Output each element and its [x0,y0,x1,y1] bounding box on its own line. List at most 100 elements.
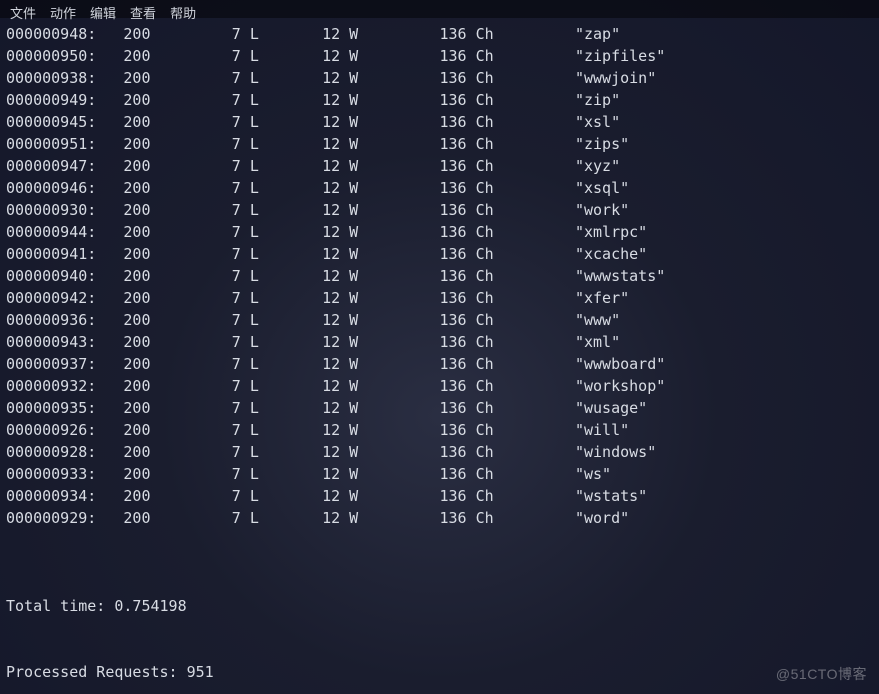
cell-payload: "xyz" [494,157,620,175]
output-row: 000000951: 200 7 L 12 W 136 Ch "zips" [6,133,873,155]
cell-words: 12 W [259,223,358,241]
output-row: 000000940: 200 7 L 12 W 136 Ch "wwwstats… [6,265,873,287]
cell-id: 000000941: [6,245,96,263]
cell-payload: "zip" [494,91,620,109]
output-row: 000000945: 200 7 L 12 W 136 Ch "xsl" [6,111,873,133]
cell-id: 000000929: [6,509,96,527]
cell-lines: 7 L [151,355,259,373]
summary-processed-value: 951 [187,663,214,681]
menu-edit[interactable]: 编辑 [90,3,116,21]
cell-status: 200 [96,509,150,527]
output-row: 000000933: 200 7 L 12 W 136 Ch "ws" [6,463,873,485]
cell-words: 12 W [259,157,358,175]
cell-status: 200 [96,465,150,483]
cell-lines: 7 L [151,421,259,439]
output-row: 000000942: 200 7 L 12 W 136 Ch "xfer" [6,287,873,309]
cell-lines: 7 L [151,377,259,395]
cell-status: 200 [96,399,150,417]
cell-status: 200 [96,179,150,197]
cell-status: 200 [96,201,150,219]
output-row: 000000932: 200 7 L 12 W 136 Ch "workshop… [6,375,873,397]
output-row: 000000949: 200 7 L 12 W 136 Ch "zip" [6,89,873,111]
output-row: 000000946: 200 7 L 12 W 136 Ch "xsql" [6,177,873,199]
cell-lines: 7 L [151,157,259,175]
cell-payload: "wwwboard" [494,355,666,373]
menu-action[interactable]: 动作 [50,3,76,21]
cell-lines: 7 L [151,267,259,285]
output-row: 000000941: 200 7 L 12 W 136 Ch "xcache" [6,243,873,265]
cell-words: 12 W [259,69,358,87]
cell-words: 12 W [259,311,358,329]
cell-id: 000000930: [6,201,96,219]
output-row: 000000926: 200 7 L 12 W 136 Ch "will" [6,419,873,441]
cell-lines: 7 L [151,25,259,43]
cell-status: 200 [96,223,150,241]
cell-words: 12 W [259,135,358,153]
cell-lines: 7 L [151,223,259,241]
cell-words: 12 W [259,421,358,439]
output-row: 000000944: 200 7 L 12 W 136 Ch "xmlrpc" [6,221,873,243]
cell-chars: 136 Ch [358,289,493,307]
output-row: 000000934: 200 7 L 12 W 136 Ch "wstats" [6,485,873,507]
cell-words: 12 W [259,333,358,351]
cell-lines: 7 L [151,179,259,197]
cell-status: 200 [96,487,150,505]
cell-words: 12 W [259,25,358,43]
cell-chars: 136 Ch [358,179,493,197]
output-row: 000000930: 200 7 L 12 W 136 Ch "work" [6,199,873,221]
cell-status: 200 [96,245,150,263]
cell-words: 12 W [259,355,358,373]
cell-payload: "word" [494,509,629,527]
cell-payload: "work" [494,201,629,219]
cell-chars: 136 Ch [358,465,493,483]
cell-payload: "workshop" [494,377,666,395]
menu-help[interactable]: 帮助 [170,3,196,21]
cell-words: 12 W [259,487,358,505]
output-row: 000000950: 200 7 L 12 W 136 Ch "zipfiles… [6,45,873,67]
summary-total-time-value: 0.754198 [114,597,186,615]
summary-processed-label: Processed Requests: [6,663,187,681]
cell-payload: "xcache" [494,245,648,263]
summary-total-time-label: Total time: [6,597,114,615]
cell-status: 200 [96,377,150,395]
cell-chars: 136 Ch [358,91,493,109]
output-row: 000000938: 200 7 L 12 W 136 Ch "wwwjoin" [6,67,873,89]
cell-payload: "xsql" [494,179,629,197]
menu-view[interactable]: 查看 [130,3,156,21]
output-row: 000000947: 200 7 L 12 W 136 Ch "xyz" [6,155,873,177]
cell-chars: 136 Ch [358,377,493,395]
cell-status: 200 [96,333,150,351]
cell-id: 000000950: [6,47,96,65]
cell-status: 200 [96,25,150,43]
menubar: 文件 动作 编辑 查看 帮助 [6,2,873,23]
cell-words: 12 W [259,399,358,417]
cell-lines: 7 L [151,135,259,153]
cell-words: 12 W [259,47,358,65]
cell-status: 200 [96,267,150,285]
cell-words: 12 W [259,443,358,461]
cell-id: 000000944: [6,223,96,241]
summary-processed: Processed Requests: 951 [6,661,873,683]
cell-lines: 7 L [151,201,259,219]
cell-payload: "ws" [494,465,611,483]
cell-status: 200 [96,91,150,109]
cell-lines: 7 L [151,311,259,329]
cell-words: 12 W [259,509,358,527]
cell-payload: "xml" [494,333,620,351]
cell-lines: 7 L [151,509,259,527]
cell-words: 12 W [259,113,358,131]
cell-payload: "zipfiles" [494,47,666,65]
cell-lines: 7 L [151,465,259,483]
cell-chars: 136 Ch [358,421,493,439]
cell-status: 200 [96,421,150,439]
cell-status: 200 [96,113,150,131]
cell-id: 000000934: [6,487,96,505]
output-rows[interactable]: 000000948: 200 7 L 12 W 136 Ch "zap"0000… [6,23,873,529]
cell-chars: 136 Ch [358,443,493,461]
cell-id: 000000951: [6,135,96,153]
output-row: 000000937: 200 7 L 12 W 136 Ch "wwwboard… [6,353,873,375]
cell-words: 12 W [259,465,358,483]
menu-file[interactable]: 文件 [10,3,36,21]
cell-lines: 7 L [151,399,259,417]
cell-payload: "wusage" [494,399,648,417]
